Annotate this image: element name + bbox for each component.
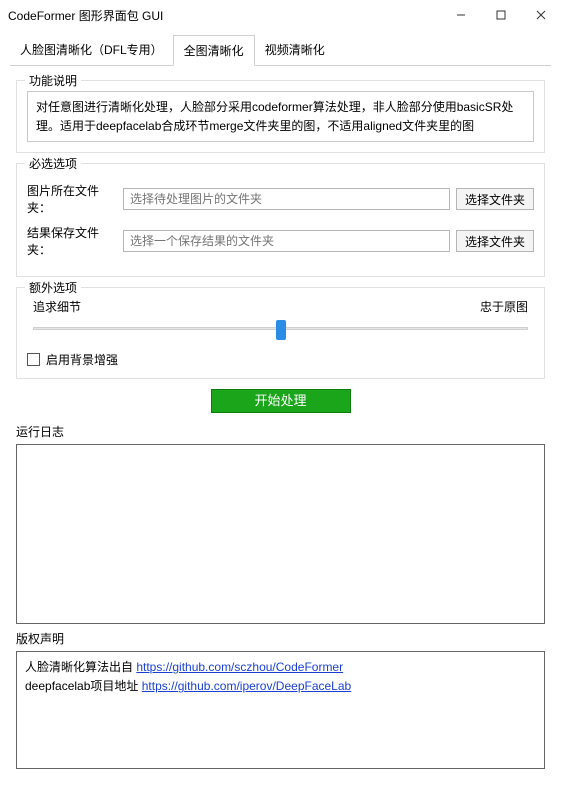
window-controls [441, 0, 561, 30]
fidelity-slider[interactable] [33, 317, 528, 339]
tabs: 人脸图清晰化（DFL专用） 全图清晰化 视频清晰化 [10, 34, 551, 66]
bg-enhance-label: 启用背景增强 [46, 351, 118, 368]
description-text: 对任意图进行清晰化处理，人脸部分采用codeformer算法处理，非人脸部分使用… [27, 91, 534, 142]
start-button[interactable]: 开始处理 [211, 389, 351, 413]
slider-thumb[interactable] [276, 320, 286, 340]
slider-labels: 追求细节 忠于原图 [33, 298, 528, 315]
slider-label-left: 追求细节 [33, 298, 81, 315]
group-description-title: 功能说明 [25, 72, 81, 89]
group-extra-title: 额外选项 [25, 279, 81, 296]
log-title: 运行日志 [16, 423, 545, 440]
input-folder-label: 图片所在文件夹： [27, 182, 117, 216]
minimize-button[interactable] [441, 0, 481, 30]
tab-whole-image[interactable]: 全图清晰化 [173, 35, 255, 66]
copyright-box: 人脸清晰化算法出自 https://github.com/sczhou/Code… [16, 651, 545, 769]
copyright-line-2: deepfacelab项目地址 https://github.com/ipero… [25, 677, 536, 696]
bg-enhance-checkbox[interactable] [27, 353, 40, 366]
link-codeformer[interactable]: https://github.com/sczhou/CodeFormer [136, 660, 343, 674]
group-required: 必选选项 图片所在文件夹： 选择文件夹 结果保存文件夹： 选择文件夹 [16, 163, 545, 277]
group-description: 功能说明 对任意图进行清晰化处理，人脸部分采用codeformer算法处理，非人… [16, 80, 545, 153]
copyright-line-2-prefix: deepfacelab项目地址 [25, 679, 142, 693]
group-required-title: 必选选项 [25, 155, 81, 172]
output-folder-label: 结果保存文件夹： [27, 224, 117, 258]
input-folder-field[interactable] [123, 188, 450, 210]
group-extra: 额外选项 追求细节 忠于原图 启用背景增强 [16, 287, 545, 379]
content-area: 人脸图清晰化（DFL专用） 全图清晰化 视频清晰化 功能说明 对任意图进行清晰化… [0, 30, 561, 785]
tab-video[interactable]: 视频清晰化 [255, 35, 335, 66]
browse-output-button[interactable]: 选择文件夹 [456, 230, 534, 252]
row-input-folder: 图片所在文件夹： 选择文件夹 [27, 182, 534, 216]
copyright-line-1: 人脸清晰化算法出自 https://github.com/sczhou/Code… [25, 658, 536, 677]
link-deepfacelab[interactable]: https://github.com/iperov/DeepFaceLab [142, 679, 351, 693]
tab-dfl[interactable]: 人脸图清晰化（DFL专用） [10, 35, 173, 66]
bg-enhance-row: 启用背景增强 [27, 351, 534, 368]
slider-label-right: 忠于原图 [480, 298, 528, 315]
row-output-folder: 结果保存文件夹： 选择文件夹 [27, 224, 534, 258]
window-title: CodeFormer 图形界面包 GUI [8, 7, 441, 24]
title-bar: CodeFormer 图形界面包 GUI [0, 0, 561, 30]
output-folder-field[interactable] [123, 230, 450, 252]
copyright-line-1-prefix: 人脸清晰化算法出自 [25, 660, 136, 674]
browse-input-button[interactable]: 选择文件夹 [456, 188, 534, 210]
log-textarea[interactable] [16, 444, 545, 624]
copyright-title: 版权声明 [16, 630, 545, 647]
close-button[interactable] [521, 0, 561, 30]
maximize-button[interactable] [481, 0, 521, 30]
